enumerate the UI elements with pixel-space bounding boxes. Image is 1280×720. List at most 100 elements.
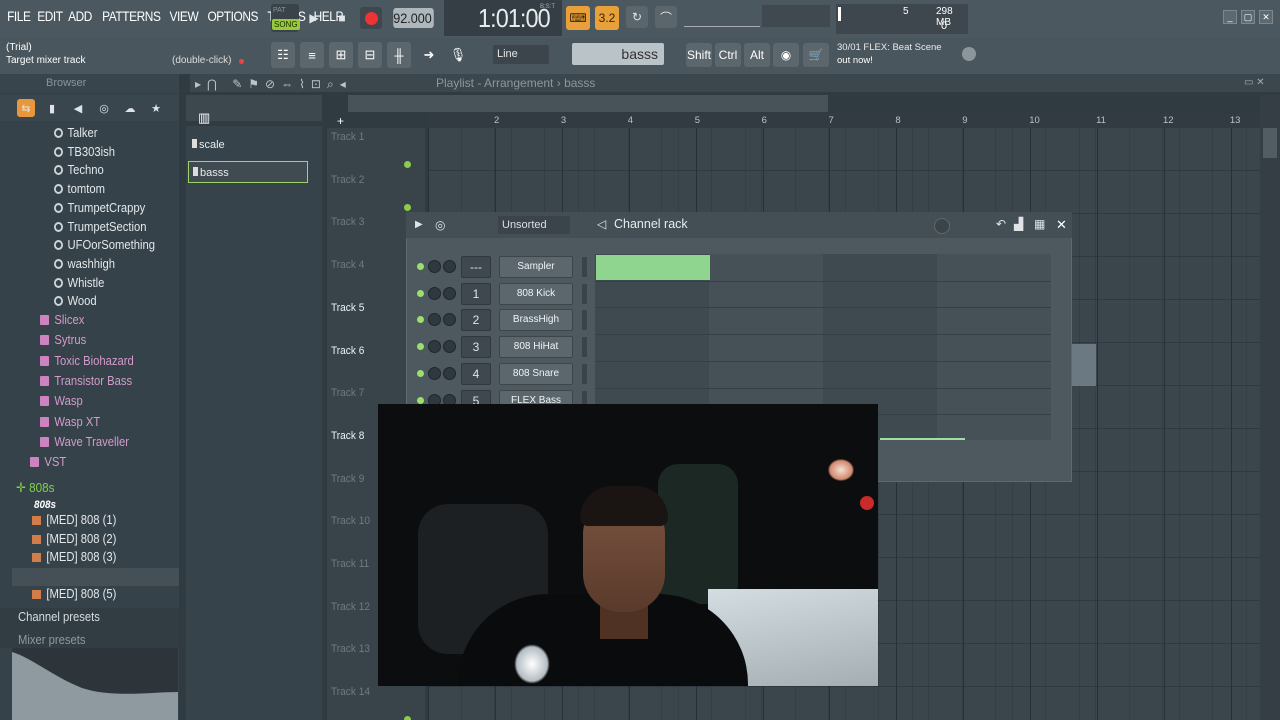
browser-item[interactable]: Transistor Bass (40, 374, 132, 392)
step-block[interactable] (937, 254, 1051, 440)
online-button[interactable]: ◉ (773, 43, 799, 67)
channel-led[interactable] (417, 289, 424, 297)
channel-filter-dropdown[interactable]: Unsorted (498, 216, 570, 234)
browser-item[interactable]: Talker (54, 126, 98, 144)
browser-favorites-button[interactable]: ★ (147, 99, 165, 117)
track-mute-led[interactable] (404, 716, 411, 720)
cart-button[interactable]: 🛒 (803, 43, 829, 67)
browser-item[interactable]: washhigh (54, 257, 115, 275)
channel-presets-folder[interactable]: Channel presets (18, 610, 100, 628)
folder-808s[interactable]: ✛ 808s (16, 480, 54, 498)
track-mute-led[interactable] (404, 161, 411, 168)
sample-item[interactable]: [MED] 808 (3) (32, 550, 116, 568)
volume-knob[interactable] (428, 260, 441, 273)
channel-row[interactable]: 3 808 HiHat (413, 334, 593, 360)
track-label[interactable]: Track 13 (331, 643, 370, 655)
arrow-button[interactable]: ➜ (417, 42, 441, 68)
channel-row[interactable]: 1 808 Kick (413, 281, 593, 307)
browser-item[interactable]: Wave Traveller (40, 435, 129, 453)
playlist-ruler[interactable] (428, 113, 1260, 128)
playlist-window-controls[interactable]: ▭ ✕ (1244, 77, 1265, 88)
close-button[interactable]: ✕ (1259, 10, 1273, 24)
piano-roll-button[interactable]: ≡ (300, 42, 324, 68)
browser-item[interactable]: VST (30, 455, 66, 473)
channel-select-grip[interactable] (582, 310, 587, 331)
browser-item[interactable]: Toxic Biohazard (40, 354, 134, 372)
track-label[interactable]: Track 3 (331, 216, 364, 228)
volume-knob[interactable] (428, 286, 441, 300)
channel-led[interactable] (417, 263, 424, 270)
mixer-track-number[interactable]: --- (461, 256, 491, 278)
undo-icon[interactable]: ↶ (996, 217, 1006, 231)
volume-knob[interactable] (428, 340, 441, 354)
track-label[interactable]: Track 1 (331, 131, 364, 143)
browser-item[interactable]: TrumpetCrappy (54, 201, 145, 219)
browser-item[interactable]: Techno (54, 163, 104, 181)
pan-knob[interactable] (443, 340, 456, 354)
menu-add[interactable]: ADD (65, 8, 96, 24)
channel-select-grip[interactable] (582, 257, 587, 277)
rack-swing-knob[interactable] (934, 218, 950, 234)
channel-select-grip[interactable] (582, 283, 587, 304)
ctrl-key-button[interactable]: Ctrl (715, 43, 741, 67)
browser-item[interactable]: Wasp XT (40, 415, 100, 433)
menu-view[interactable]: VIEW (166, 8, 202, 24)
rack-options-arrow-icon[interactable]: ▶ (415, 219, 423, 230)
news-sub[interactable]: out now! (837, 55, 873, 66)
maximize-button[interactable]: ▢ (1241, 10, 1255, 24)
channel-name-button[interactable]: 808 Kick (499, 282, 573, 305)
track-label[interactable]: Track 5 (331, 302, 364, 314)
channel-led[interactable] (417, 369, 424, 377)
channel-led[interactable] (417, 343, 424, 351)
graph-editor-icon[interactable]: ▟ (1014, 217, 1023, 231)
audio-clip[interactable] (1072, 344, 1096, 386)
channel-name-button[interactable]: 808 Snare (499, 362, 573, 385)
channel-row[interactable]: 2 BrassHigh (413, 307, 593, 333)
track-label[interactable]: Track 11 (331, 558, 369, 570)
tempo-display[interactable]: 92.000 (393, 8, 434, 28)
wait-button[interactable]: ⌒ (655, 6, 677, 28)
playlist-horizontal-scroll[interactable] (348, 95, 828, 112)
pattern-selector[interactable]: basss (572, 43, 664, 65)
track-label[interactable]: Track 7 (331, 387, 364, 399)
channel-row[interactable]: 4 808 Snare (413, 361, 593, 387)
browser-item[interactable]: Wasp (40, 394, 83, 412)
track-mute-led[interactable] (404, 203, 411, 211)
menu-patterns[interactable]: PATTERNS (98, 8, 163, 24)
pan-knob[interactable] (443, 366, 456, 380)
browser-current-project-button[interactable]: ▮ (43, 99, 61, 117)
stop-button[interactable]: ■ (331, 7, 353, 29)
browser-item[interactable]: Sytrus (40, 333, 86, 351)
track-label[interactable]: Track 12 (331, 601, 370, 613)
playlist-button[interactable]: ☷ (271, 42, 295, 68)
master-pitch-slider[interactable] (684, 9, 760, 27)
channel-name-button[interactable]: 808 HiHat (499, 336, 573, 359)
play-button[interactable]: ▶ (303, 7, 325, 29)
microphone-button[interactable]: 🎙 (446, 42, 470, 68)
pan-knob[interactable] (443, 313, 456, 327)
volume-knob[interactable] (428, 313, 441, 327)
browser-cloud-button[interactable]: ☁ (121, 99, 139, 117)
pattern-item-basss[interactable]: basss (188, 161, 308, 183)
channel-name-button[interactable]: Sampler (499, 256, 573, 278)
alt-key-button[interactable]: Alt (744, 43, 770, 67)
channel-select-grip[interactable] (582, 363, 587, 384)
plugin-picker-button[interactable]: ╫ (387, 42, 411, 68)
mixer-track-number[interactable]: 4 (461, 362, 491, 385)
channel-row[interactable]: --- Sampler (413, 254, 593, 280)
browser-plugin-button[interactable]: ◎ (95, 99, 113, 117)
record-button[interactable] (360, 7, 382, 29)
browser-item[interactable]: UFOorSomething (54, 238, 155, 256)
channel-led[interactable] (417, 316, 424, 324)
browser-item[interactable]: Wood (54, 294, 97, 312)
metronome-button[interactable]: ↻ (626, 6, 648, 28)
mixer-track-number[interactable]: 3 (461, 336, 491, 359)
channel-rack-button[interactable]: ⊞ (329, 42, 353, 68)
browser-item[interactable]: TB303ish (54, 145, 115, 163)
master-volume[interactable] (762, 5, 830, 27)
track-label[interactable]: Track 10 (331, 515, 370, 527)
track-label[interactable]: Track 9 (331, 473, 364, 485)
track-label[interactable]: Track 14 (331, 686, 370, 698)
track-label[interactable]: Track 8 (331, 430, 364, 442)
pat-song-toggle[interactable]: PAT SONG (271, 4, 300, 32)
